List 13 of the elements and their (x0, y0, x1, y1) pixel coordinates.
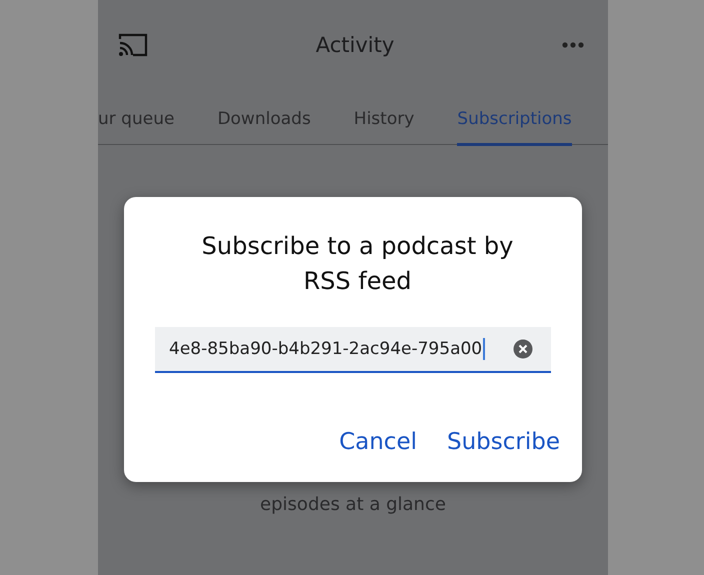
empty-state-text: episodes at a glance (260, 494, 446, 515)
feed-url-field[interactable]: 4e8-85ba90-b4b291-2ac94e-795a00 (155, 327, 551, 373)
tab[interactable]: History (354, 109, 414, 146)
cancel-button[interactable]: Cancel (339, 429, 417, 455)
cast-icon[interactable] (118, 33, 148, 57)
subscribe-button[interactable]: Subscribe (446, 429, 560, 455)
tab[interactable]: Downloads (217, 109, 311, 146)
tab[interactable]: Subscriptions (457, 109, 572, 146)
dialog-title: Subscribe to a podcast by RSS feed (200, 231, 514, 297)
clear-icon[interactable] (513, 339, 533, 359)
more-icon[interactable] (562, 42, 584, 48)
tab[interactable]: ur queue (98, 109, 174, 146)
screen-title: Activity (316, 33, 394, 57)
